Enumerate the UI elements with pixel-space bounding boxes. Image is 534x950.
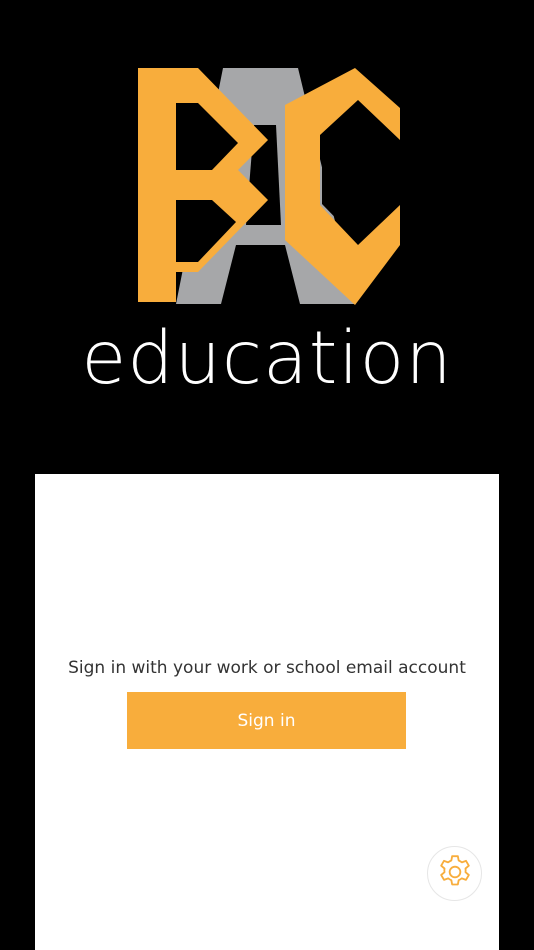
gear-icon [435, 852, 475, 896]
settings-button[interactable] [427, 846, 482, 901]
bac-logo: education [0, 0, 534, 470]
logo-wordmark: education [81, 316, 453, 401]
sign-in-button[interactable]: Sign in [127, 692, 406, 749]
sign-in-card: Sign in with your work or school email a… [35, 474, 499, 950]
sign-in-label: Sign in [237, 710, 296, 731]
sign-in-prompt: Sign in with your work or school email a… [68, 658, 466, 678]
bac-monogram [138, 68, 400, 305]
